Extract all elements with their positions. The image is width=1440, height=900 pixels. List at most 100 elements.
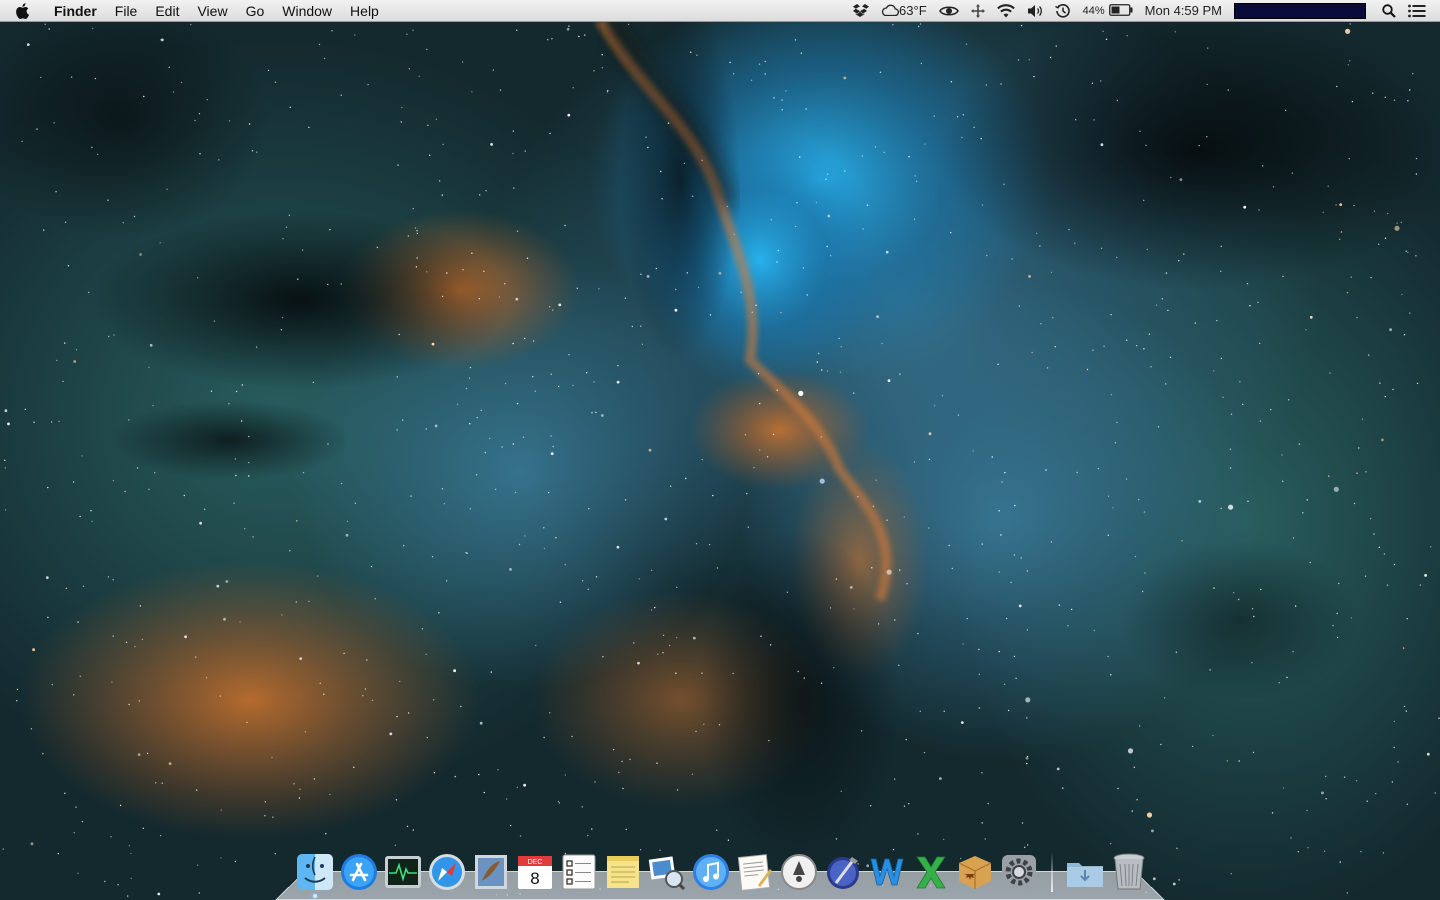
star — [726, 205, 728, 208]
dock-item-excel[interactable] — [911, 852, 951, 892]
star — [484, 451, 487, 454]
menu-edit[interactable]: Edit — [146, 0, 188, 22]
star — [905, 738, 907, 741]
dropbox-icon[interactable] — [853, 0, 870, 22]
dock-item-calendar[interactable]: DEC 8 — [515, 852, 555, 892]
star — [892, 24, 894, 26]
star — [1403, 334, 1406, 336]
apple-menu-icon[interactable] — [0, 0, 44, 22]
dock-item-xcode[interactable] — [823, 852, 863, 892]
dock-item-preview[interactable] — [647, 852, 687, 892]
wifi-icon[interactable] — [996, 0, 1015, 22]
star — [79, 515, 81, 518]
menu-view[interactable]: View — [188, 0, 236, 22]
star — [429, 154, 431, 156]
star — [272, 816, 274, 818]
star — [199, 521, 203, 525]
star — [159, 834, 162, 837]
star — [267, 69, 270, 72]
star — [1136, 799, 1138, 801]
star — [319, 682, 321, 684]
star — [1093, 119, 1095, 121]
dock-item-safari[interactable] — [427, 852, 467, 892]
spotlight-search-icon[interactable] — [1382, 0, 1396, 22]
star — [197, 864, 199, 866]
star — [506, 798, 508, 800]
star — [216, 584, 220, 588]
star — [204, 508, 206, 510]
dock-item-mail[interactable] — [471, 852, 511, 892]
star — [676, 586, 678, 588]
star — [1039, 245, 1041, 247]
star — [1339, 861, 1341, 863]
dock-item-system-preferences[interactable] — [999, 852, 1039, 892]
star — [312, 381, 315, 384]
star — [1136, 345, 1138, 347]
star — [883, 151, 885, 154]
weather-widget[interactable]: 63°F — [881, 0, 927, 22]
star — [1358, 447, 1360, 449]
dock-item-itunes[interactable] — [691, 852, 731, 892]
volume-icon[interactable] — [1027, 0, 1043, 22]
dock-item-finder[interactable] — [295, 852, 335, 898]
star — [264, 801, 266, 803]
star — [1213, 587, 1215, 589]
dock-item-reminders[interactable] — [559, 852, 599, 892]
star — [501, 446, 503, 448]
star — [633, 642, 635, 644]
star — [872, 505, 875, 507]
star — [1392, 388, 1394, 391]
star — [830, 255, 832, 257]
star — [876, 315, 879, 318]
star — [516, 786, 518, 788]
star — [1212, 734, 1214, 737]
dock-item-downloads[interactable] — [1065, 852, 1105, 892]
star — [816, 361, 818, 363]
dock-item-archive-utility[interactable] — [955, 852, 995, 892]
menu-window[interactable]: Window — [273, 0, 341, 22]
clock[interactable]: Mon 4:59 PM — [1145, 0, 1222, 22]
star — [112, 635, 114, 637]
star — [733, 73, 735, 75]
star — [323, 693, 325, 695]
star — [113, 334, 115, 336]
dock-item-stickies[interactable] — [603, 852, 643, 892]
dock-item-script-editor[interactable] — [779, 852, 819, 892]
star — [1297, 851, 1300, 853]
move-cursor-icon[interactable] — [970, 0, 985, 22]
menu-help[interactable]: Help — [341, 0, 388, 22]
dock-item-trash[interactable] — [1109, 852, 1149, 892]
star — [602, 656, 604, 658]
star — [899, 373, 901, 375]
star — [94, 77, 97, 80]
dock-item-app-store[interactable] — [339, 852, 379, 892]
star — [978, 707, 980, 709]
user-account-box[interactable] — [1234, 2, 1366, 19]
star — [235, 390, 238, 393]
battery-indicator[interactable]: 44% — [1083, 0, 1133, 22]
star — [1307, 847, 1309, 849]
dock-item-word[interactable] — [867, 852, 907, 892]
star — [703, 723, 705, 725]
star — [353, 766, 355, 768]
eye-icon[interactable] — [938, 0, 959, 22]
star — [91, 146, 93, 149]
star — [1026, 762, 1028, 765]
star — [1391, 781, 1394, 783]
dock-item-textedit[interactable] — [735, 852, 775, 892]
star — [1306, 499, 1308, 501]
app-menu-finder[interactable]: Finder — [44, 0, 106, 22]
menu-file[interactable]: File — [106, 0, 147, 22]
star — [1174, 31, 1177, 33]
star — [1415, 255, 1417, 257]
star — [523, 337, 526, 340]
time-machine-icon[interactable] — [1054, 0, 1071, 22]
star — [1403, 705, 1406, 708]
star — [504, 382, 507, 385]
star — [879, 71, 882, 74]
notification-center-icon[interactable] — [1408, 0, 1426, 22]
dock-item-activity-monitor[interactable] — [383, 852, 423, 892]
star — [431, 342, 435, 346]
star — [524, 150, 526, 152]
menu-go[interactable]: Go — [237, 0, 274, 22]
